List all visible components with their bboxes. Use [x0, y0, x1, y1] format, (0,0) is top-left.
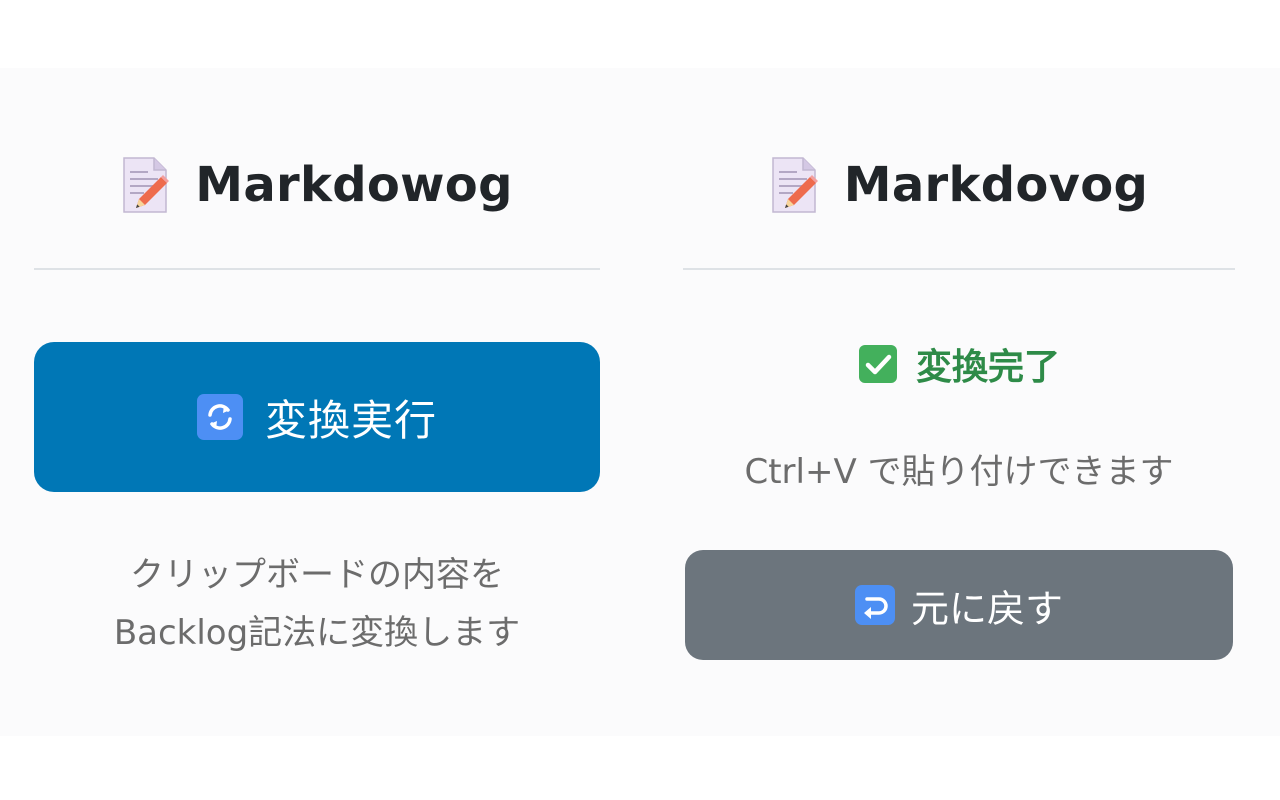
- popup-panel-before: Markdowog 変換実行 クリップボードの内容を Backlog記法に変換し…: [34, 68, 600, 736]
- description-line: クリップボードの内容を: [130, 555, 504, 595]
- popup-header: Markdovog: [683, 140, 1235, 230]
- undo-button[interactable]: 元に戻す: [685, 550, 1233, 660]
- description-text: クリップボードの内容を Backlog記法に変換します: [34, 546, 600, 662]
- status-message: 変換完了: [683, 336, 1235, 392]
- convert-button[interactable]: 変換実行: [34, 342, 600, 492]
- paste-hint: Ctrl+V で貼り付けできます: [744, 452, 1174, 492]
- refresh-icon: [196, 394, 243, 440]
- extension-popup-comparison: Markdowog 変換実行 クリップボードの内容を Backlog記法に変換し…: [0, 0, 1280, 800]
- header-divider: [683, 268, 1235, 270]
- description-line: Backlog記法に変換します: [113, 613, 521, 653]
- memo-icon: [121, 156, 170, 214]
- popup-header: Markdowog: [34, 140, 600, 230]
- app-title: Markdovog: [843, 157, 1149, 213]
- memo-icon: [770, 156, 818, 214]
- check-icon: [858, 344, 898, 384]
- app-title: Markdowog: [195, 157, 513, 213]
- return-icon: [854, 585, 895, 625]
- convert-button-label: 変換実行: [264, 396, 437, 444]
- undo-button-label: 元に戻す: [910, 588, 1063, 631]
- header-divider: [34, 268, 600, 270]
- popup-panel-after: Markdovog 変換完了 Ctrl+V で貼り付けできます 元に戻す: [683, 68, 1235, 736]
- status-text: 変換完了: [915, 347, 1060, 388]
